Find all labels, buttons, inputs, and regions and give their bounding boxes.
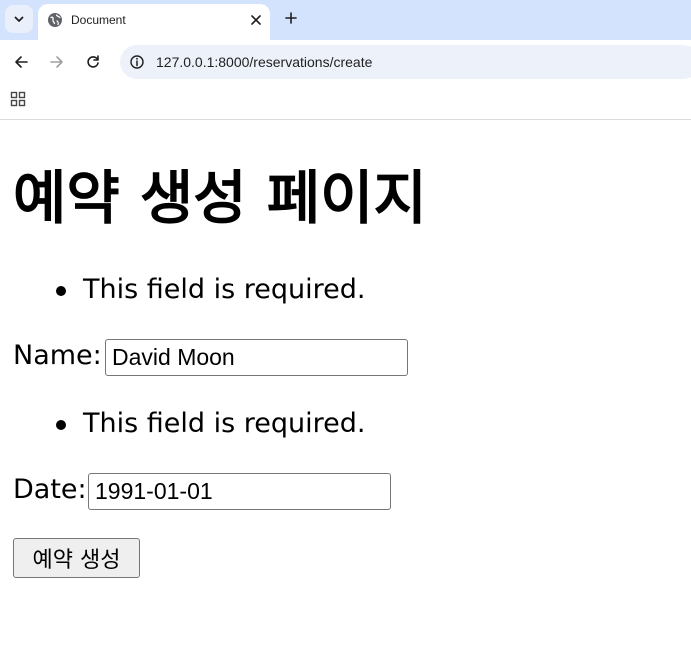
apps-grid-icon[interactable] <box>10 91 26 107</box>
back-arrow-icon <box>15 56 28 68</box>
reload-icon <box>87 55 99 68</box>
browser-toolbar: 127.0.0.1:8000/reservations/create <box>0 40 691 84</box>
page-title: 예약 생성 페이지 <box>13 164 427 232</box>
close-icon <box>251 15 261 25</box>
forward-arrow-icon <box>50 56 63 68</box>
name-error-list: This field is required. <box>0 270 365 310</box>
date-error-message: This field is required. <box>0 404 365 444</box>
tab-strip: Document <box>0 0 691 40</box>
create-reservation-button[interactable]: 예약 생성 <box>13 538 140 578</box>
forward-button[interactable] <box>45 50 69 74</box>
reload-button[interactable] <box>81 50 105 74</box>
name-label: Name: <box>13 340 102 371</box>
address-url[interactable]: 127.0.0.1:8000/reservations/create <box>156 54 372 70</box>
back-button[interactable] <box>9 50 33 74</box>
name-error-message: This field is required. <box>0 270 365 310</box>
bookmarks-bar <box>0 84 691 120</box>
info-icon <box>130 55 144 69</box>
tab-search-button[interactable] <box>5 5 33 33</box>
name-input[interactable] <box>105 339 408 376</box>
globe-icon <box>48 13 62 27</box>
plus-icon <box>285 12 297 24</box>
active-tab[interactable]: Document <box>38 4 270 40</box>
tab-title: Document <box>71 13 126 27</box>
page-content: 예약 생성 페이지 This field is required. Name: … <box>0 120 691 645</box>
new-tab-button[interactable] <box>279 6 303 30</box>
address-bar[interactable]: 127.0.0.1:8000/reservations/create <box>120 45 691 79</box>
chevron-down-icon <box>14 16 24 22</box>
date-input[interactable] <box>88 473 391 510</box>
site-info-button[interactable] <box>125 50 149 74</box>
date-label: Date: <box>13 474 87 505</box>
close-tab-button[interactable] <box>246 10 266 30</box>
date-error-list: This field is required. <box>0 404 365 444</box>
